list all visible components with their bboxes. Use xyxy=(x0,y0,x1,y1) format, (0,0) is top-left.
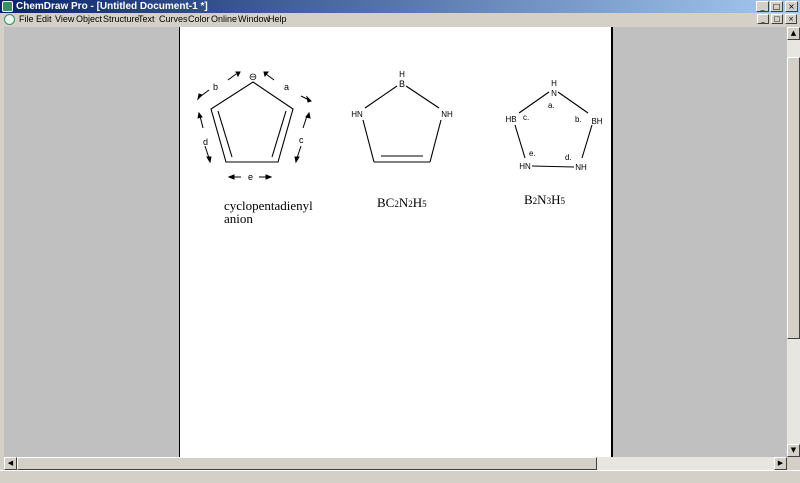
vertical-scrollbar[interactable]: ▲ ▼ xyxy=(787,27,800,457)
bond-c xyxy=(518,91,550,114)
atom-h-top: H xyxy=(399,70,405,79)
doc-restore-button[interactable]: □ xyxy=(771,14,783,24)
maximize-button[interactable]: □ xyxy=(770,1,783,12)
formula-bc2n2h5: BC2N2H5 xyxy=(377,195,427,210)
b2n3h5-structure[interactable]: H N HB BH HN NH a. b. c. d. e. B2N3H5 xyxy=(505,79,602,207)
negative-charge: ⊖ xyxy=(249,72,257,83)
bond-label-d: d. xyxy=(565,153,572,162)
bond-b-n-left xyxy=(364,85,398,109)
menu-text[interactable]: Text xyxy=(138,13,155,26)
atom-nh: NH xyxy=(441,110,453,119)
bond-label-e: e. xyxy=(529,149,536,158)
menu-window[interactable]: Window xyxy=(238,13,270,26)
bond-label-a: a xyxy=(284,82,289,92)
horizontal-scroll-thumb[interactable] xyxy=(17,457,597,470)
menu-curves[interactable]: Curves xyxy=(159,13,188,26)
bond-a xyxy=(557,91,589,114)
formula-b2n3h5: B2N3H5 xyxy=(524,192,565,207)
atom-nh: NH xyxy=(575,163,587,172)
atom-hn: HN xyxy=(519,162,531,171)
chemdraw-app-icon[interactable] xyxy=(2,1,13,12)
title-bar: ChemDraw Pro - [Untitled Document-1 *] _… xyxy=(0,0,800,13)
atom-h-top: H xyxy=(551,79,557,88)
bond-label-c: c. xyxy=(523,113,529,122)
menu-edit[interactable]: Edit xyxy=(36,13,52,26)
close-button[interactable]: × xyxy=(785,1,798,12)
document-page[interactable]: ⊖ a b c d e cyclopentadienyl anion H B H… xyxy=(179,27,613,457)
caption-anion: anion xyxy=(224,211,253,226)
scroll-down-icon[interactable]: ▼ xyxy=(787,444,800,457)
bond-b-n-right xyxy=(405,85,440,109)
scroll-right-icon[interactable]: ▶ xyxy=(774,457,787,470)
scroll-left-icon[interactable]: ◀ xyxy=(4,457,17,470)
menu-color[interactable]: Color xyxy=(188,13,210,26)
doc-close-button[interactable]: × xyxy=(785,14,797,24)
drawing-canvas[interactable]: ⊖ a b c d e cyclopentadienyl anion H B H… xyxy=(180,27,612,457)
scroll-up-icon[interactable]: ▲ xyxy=(787,27,800,40)
window-title: ChemDraw Pro - [Untitled Document-1 *] xyxy=(16,1,208,12)
horizontal-scrollbar[interactable]: ◀ ▶ xyxy=(4,457,787,470)
doc-minimize-button[interactable]: _ xyxy=(757,14,769,24)
bond-n-c-right xyxy=(429,119,442,163)
atom-boron: B xyxy=(399,79,405,89)
menu-bar: File Edit View Object Structure Text Cur… xyxy=(0,13,800,26)
atom-hb: HB xyxy=(505,115,516,124)
double-bond-left xyxy=(217,110,233,158)
bond-d xyxy=(531,165,575,168)
minimize-button[interactable]: _ xyxy=(756,1,769,12)
bond-label-b: b xyxy=(213,82,218,92)
atom-bh: BH xyxy=(591,117,602,126)
atom-n-top: N xyxy=(551,89,557,98)
menu-object[interactable]: Object xyxy=(76,13,102,26)
pentagon-ring xyxy=(210,81,294,163)
bond-b xyxy=(581,124,593,159)
double-bond-right xyxy=(271,110,287,158)
status-bar xyxy=(0,470,800,483)
atom-hn: HN xyxy=(351,110,363,119)
bc2n2h5-structure[interactable]: H B HN NH BC2N2H5 xyxy=(351,70,453,210)
cyclopentadienyl-structure[interactable]: ⊖ a b c d e cyclopentadienyl anion xyxy=(197,71,313,226)
bond-label-e: e xyxy=(248,172,253,182)
vertical-scroll-thumb[interactable] xyxy=(787,57,800,339)
menu-help[interactable]: Help xyxy=(268,13,287,26)
menu-online[interactable]: Online xyxy=(211,13,237,26)
scroll-corner xyxy=(787,457,800,470)
document-icon[interactable] xyxy=(4,14,15,25)
bond-label-a: a. xyxy=(548,101,555,110)
bond-label-c: c xyxy=(299,135,304,145)
bond-n-c-left xyxy=(362,119,375,163)
menu-file[interactable]: File xyxy=(19,13,34,26)
bond-e xyxy=(514,124,526,159)
menu-view[interactable]: View xyxy=(55,13,74,26)
menu-structure[interactable]: Structure xyxy=(103,13,140,26)
bond-label-d: d xyxy=(203,137,208,147)
bond-label-b: b. xyxy=(575,115,582,124)
